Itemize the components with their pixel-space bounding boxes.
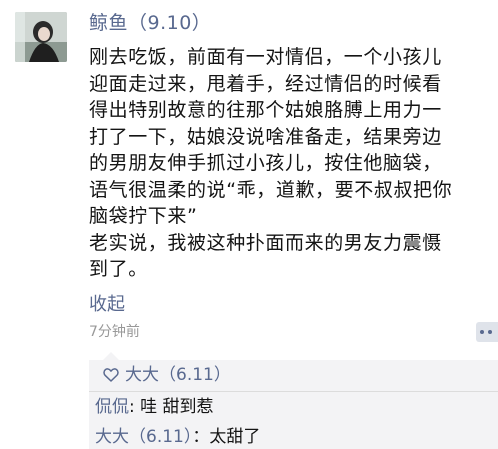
- more-dots-icon: [480, 330, 484, 334]
- post-body-line: 迎面走过来，甩着手，经过情侣的时候看: [89, 72, 442, 95]
- moment-post: 鲸鱼（9.10） 刚去吃饭，前面有一对情侣，一个小孩儿 迎面走过来，甩着手，经过…: [0, 0, 498, 449]
- post-body-line: 脑袋拧下来”: [89, 205, 198, 227]
- comment-separator: ：: [192, 427, 210, 447]
- post-body-line: 语气很温柔的说“乖，道歉，要不叔叔把你: [89, 178, 453, 201]
- post-body-line: 老实说，我被这种扑面而来的男友力震慑: [89, 231, 442, 254]
- post-body-line: 刚去吃饭，前面有一对情侣，一个小孩儿: [89, 46, 442, 68]
- post-body-line: 的男朋友伸手抓过小孩儿，按住他脑袋，: [89, 152, 442, 174]
- likes-row: 大大（6.11）: [103, 364, 231, 386]
- avatar-photo-icon: [15, 12, 67, 62]
- collapse-link[interactable]: 收起: [89, 293, 489, 317]
- heart-outline-icon: [103, 368, 119, 382]
- post-body-line: 到了。: [89, 258, 148, 280]
- comment-author[interactable]: 大大（6.11）: [95, 427, 192, 447]
- comment-item[interactable]: 侃侃: 哇 甜到惹: [95, 396, 214, 418]
- post-body-line: 打了一下，姑娘没说啥准备走，结果旁边: [89, 125, 442, 148]
- comment-box: 大大（6.11） 侃侃: 哇 甜到惹 大大（6.11）：太甜了: [89, 352, 498, 449]
- comment-separator: :: [129, 397, 141, 417]
- avatar[interactable]: [15, 12, 67, 62]
- comment-text: 太甜了: [209, 427, 261, 447]
- post-content: 鲸鱼（9.10） 刚去吃饭，前面有一对情侣，一个小孩儿 迎面走过来，甩着手，经过…: [89, 10, 489, 317]
- post-timestamp: 7分钟前: [89, 324, 140, 340]
- post-body-line: 得出特别故意的往那个姑娘胳膊上用力一: [89, 99, 442, 121]
- divider: [89, 391, 498, 392]
- post-body: 刚去吃饭，前面有一对情侣，一个小孩儿 迎面走过来，甩着手，经过情侣的时候看 得出…: [89, 44, 489, 283]
- liker-name[interactable]: 大大（6.11）: [125, 365, 231, 385]
- comment-text: 哇 甜到惹: [140, 397, 214, 417]
- author-name[interactable]: 鲸鱼（9.10）: [89, 10, 489, 36]
- more-dots-icon: [488, 330, 492, 334]
- more-actions-button[interactable]: [476, 322, 498, 342]
- comment-item[interactable]: 大大（6.11）：太甜了: [95, 426, 260, 448]
- comment-author[interactable]: 侃侃: [95, 397, 129, 417]
- post-meta-row: 7分钟前: [89, 320, 498, 344]
